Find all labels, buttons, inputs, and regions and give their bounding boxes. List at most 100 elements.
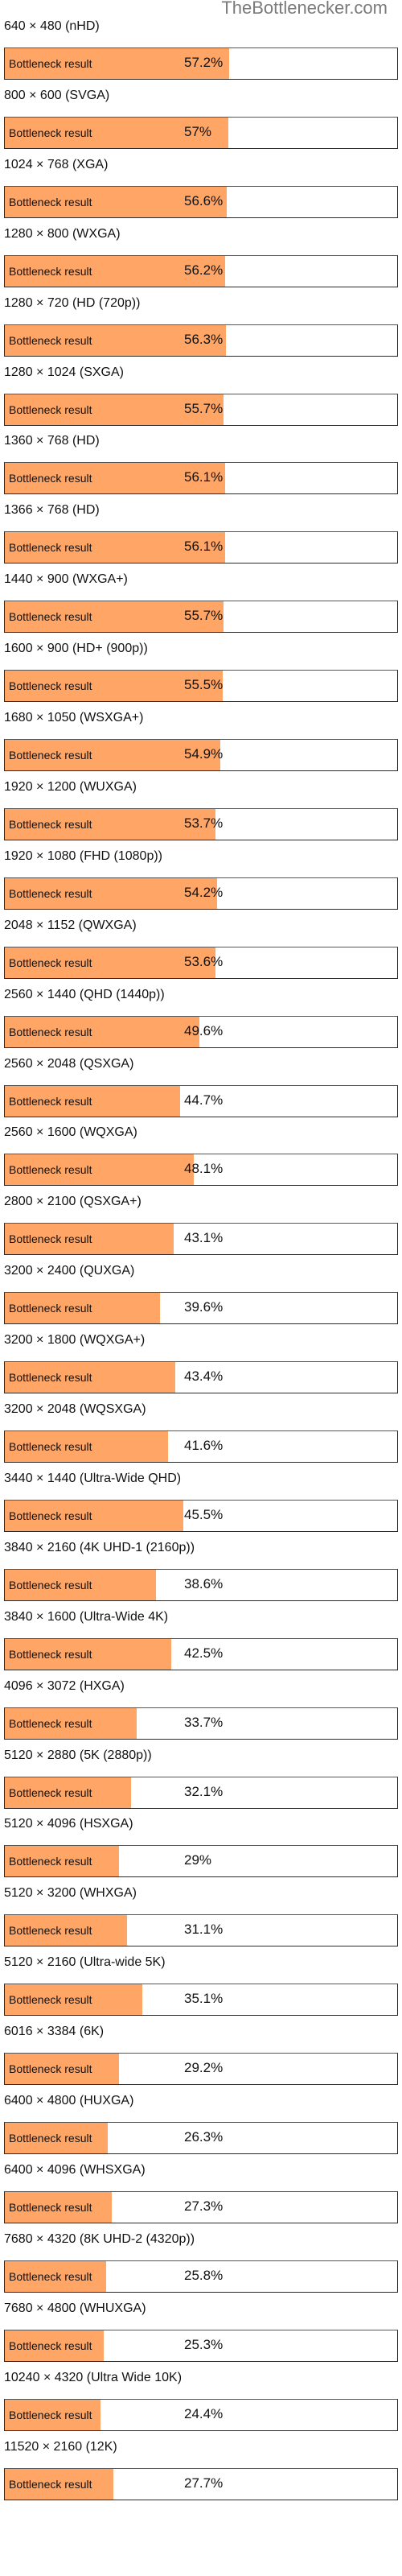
- bar-label: Bottleneck result: [9, 1578, 92, 1591]
- bottleneck-bar: Bottleneck result 45.5%: [4, 1499, 398, 1532]
- bar-label: Bottleneck result: [9, 956, 92, 969]
- bar-label: Bottleneck result: [9, 2132, 92, 2145]
- bottleneck-bar: Bottleneck result 29%: [4, 1845, 398, 1878]
- bottleneck-bar: Bottleneck result 44.7%: [4, 1084, 398, 1117]
- bottleneck-bar: Bottleneck result 49.6%: [4, 1015, 398, 1048]
- bar-value-label: 57.2%: [184, 55, 224, 70]
- result-row: 4096 × 3072 (HXGA) Bottleneck result 33.7%: [0, 1676, 402, 1745]
- bar-label: Bottleneck result: [9, 126, 92, 139]
- result-row: 2560 × 2048 (QSXGA) Bottleneck result 44.7…: [0, 1054, 402, 1123]
- bottleneck-bar: Bottleneck result 32.1%: [4, 1776, 398, 1809]
- bar-label: Bottleneck result: [9, 1647, 92, 1661]
- bottleneck-bar: Bottleneck result 55.5%: [4, 670, 398, 703]
- bar-label: Bottleneck result: [9, 1509, 92, 1522]
- bar-value-label: 56.1%: [184, 539, 224, 555]
- resolution-label: 3840 × 2160 (4K UHD-1 (2160p)): [4, 1540, 195, 1554]
- resolution-label: 2800 × 2100 (QSXGA+): [4, 1195, 142, 1209]
- bar-label: Bottleneck result: [9, 2339, 92, 2352]
- bar-label: Bottleneck result: [9, 1025, 92, 1038]
- bar-value-label: 55.7%: [184, 608, 224, 624]
- resolution-label: 4096 × 3072 (HXGA): [4, 1678, 125, 1693]
- resolution-label: 1280 × 1024 (SXGA): [4, 365, 124, 379]
- bar-value-label: 32.1%: [184, 1783, 224, 1799]
- result-row: 800 × 600 (SVGA) Bottleneck result 57%: [0, 85, 402, 155]
- result-row: 2800 × 2100 (QSXGA+) Bottleneck result 43.…: [0, 1191, 402, 1261]
- result-row: 10240 × 4320 (Ultra Wide 10K) Bottleneck …: [0, 2368, 402, 2437]
- bottleneck-bar: Bottleneck result 38.6%: [4, 1568, 398, 1601]
- bar-label: Bottleneck result: [9, 1440, 92, 1453]
- resolution-label: 1440 × 900 (WXGA+): [4, 572, 128, 587]
- result-row: 1280 × 800 (WXGA) Bottleneck result 56.2%: [0, 224, 402, 293]
- bar-value-label: 42.5%: [184, 1645, 224, 1661]
- bar-label: Bottleneck result: [9, 1785, 92, 1799]
- resolution-label: 2048 × 1152 (QWXGA): [4, 918, 137, 932]
- bar-value-label: 48.1%: [184, 1161, 224, 1177]
- resolution-label: 3200 × 2400 (QUXGA): [4, 1264, 135, 1278]
- resolution-label: 10240 × 4320 (Ultra Wide 10K): [4, 2370, 183, 2384]
- result-row: 3840 × 1600 (Ultra-Wide 4K) Bottleneck re…: [0, 1607, 402, 1676]
- result-row: 5120 × 2880 (5K (2880p)) Bottleneck resul…: [0, 1745, 402, 1814]
- bottleneck-bar: Bottleneck result 56.2%: [4, 254, 398, 287]
- resolution-label: 6400 × 4096 (WHSXGA): [4, 2162, 146, 2177]
- bottleneck-bar: Bottleneck result 33.7%: [4, 1707, 398, 1740]
- bottleneck-bar: Bottleneck result 35.1%: [4, 1984, 398, 2017]
- resolution-label: 5120 × 2880 (5K (2880p)): [4, 1748, 152, 1762]
- result-row: 3440 × 1440 (Ultra-Wide QHD) Bottleneck r…: [0, 1468, 402, 1538]
- bar-label: Bottleneck result: [9, 2408, 92, 2421]
- resolution-label: 3200 × 2048 (WQSXGA): [4, 1402, 146, 1416]
- result-row: 1680 × 1050 (WSXGA+) Bottleneck result 54.…: [0, 708, 402, 777]
- bottleneck-bar: Bottleneck result 55.7%: [4, 601, 398, 634]
- result-row: 1600 × 900 (HD+ (900p)) Bottleneck result…: [0, 638, 402, 708]
- bar-value-label: 55.7%: [184, 400, 224, 416]
- bar-label: Bottleneck result: [9, 195, 92, 208]
- bottleneck-bar: Bottleneck result 53.6%: [4, 946, 398, 979]
- bar-value-label: 27.3%: [184, 2198, 224, 2214]
- bar-label: Bottleneck result: [9, 749, 92, 762]
- resolution-label: 2560 × 2048 (QSXGA): [4, 1056, 134, 1071]
- bar-value-label: 55.5%: [184, 677, 224, 693]
- result-row: 3200 × 1800 (WQXGA+) Bottleneck result 43.…: [0, 1330, 402, 1399]
- bar-value-label: 54.2%: [184, 884, 224, 900]
- bottleneck-bar: Bottleneck result 56.1%: [4, 531, 398, 564]
- bottleneck-bar: Bottleneck result 24.4%: [4, 2398, 398, 2431]
- resolution-label: 800 × 600 (SVGA): [4, 88, 110, 102]
- bottleneck-bar: Bottleneck result 42.5%: [4, 1637, 398, 1670]
- bar-label: Bottleneck result: [9, 333, 92, 347]
- bottleneck-bar: Bottleneck result 31.1%: [4, 1914, 398, 1947]
- bar-label: Bottleneck result: [9, 817, 92, 831]
- bar-label: Bottleneck result: [9, 2200, 92, 2214]
- bar-label: Bottleneck result: [9, 679, 92, 693]
- bar-label: Bottleneck result: [9, 264, 92, 278]
- bar-value-label: 53.7%: [184, 815, 224, 831]
- bar-value-label: 41.6%: [184, 1438, 224, 1453]
- bar-label: Bottleneck result: [9, 1855, 92, 1868]
- result-row: 1920 × 1200 (WUXGA) Bottleneck result 53.7…: [0, 777, 402, 846]
- bar-label: Bottleneck result: [9, 610, 92, 624]
- bar-value-label: 56.1%: [184, 469, 224, 485]
- resolution-label: 1280 × 720 (HD (720p)): [4, 295, 141, 310]
- bar-label: Bottleneck result: [9, 2269, 92, 2283]
- result-row: 7680 × 4800 (WHUXGA) Bottleneck result 25.…: [0, 2298, 402, 2368]
- bar-value-label: 27.7%: [184, 2475, 224, 2491]
- result-row: 1280 × 1024 (SXGA) Bottleneck result 55.7%: [0, 362, 402, 431]
- resolution-label: 1680 × 1050 (WSXGA+): [4, 711, 144, 724]
- result-row: 1280 × 720 (HD (720p)) Bottleneck result 5…: [0, 293, 402, 362]
- resolution-label: 2560 × 1440 (QHD (1440p)): [4, 987, 165, 1001]
- bar-value-label: 56.2%: [184, 262, 224, 278]
- resolution-label: 2560 × 1600 (WQXGA): [4, 1125, 137, 1140]
- result-row: 5120 × 2160 (Ultra-wide 5K) Bottleneck re…: [0, 1952, 402, 2021]
- bar-value-label: 57%: [184, 123, 212, 139]
- resolution-label: 1024 × 768 (XGA): [4, 157, 109, 171]
- bar-value-label: 56.6%: [184, 192, 224, 208]
- resolution-label: 5120 × 2160 (Ultra-wide 5K): [4, 1955, 166, 1970]
- bottleneck-bar: Bottleneck result 25.8%: [4, 2260, 398, 2293]
- bottleneck-bar: Bottleneck result 29.2%: [4, 2053, 398, 2086]
- result-row: 5120 × 4096 (HSXGA) Bottleneck result 29%: [0, 1814, 402, 1883]
- bottleneck-bar: Bottleneck result 41.6%: [4, 1430, 398, 1463]
- bottleneck-bar: Bottleneck result 43.1%: [4, 1223, 398, 1256]
- result-row: 2560 × 1440 (QHD (1440p)) Bottleneck resu…: [0, 985, 402, 1054]
- bar-label: Bottleneck result: [9, 1163, 92, 1177]
- bar-value-label: 53.6%: [184, 953, 224, 969]
- resolution-label: 1280 × 800 (WXGA): [4, 226, 121, 241]
- resolution-label: 640 × 480 (nHD): [4, 19, 100, 33]
